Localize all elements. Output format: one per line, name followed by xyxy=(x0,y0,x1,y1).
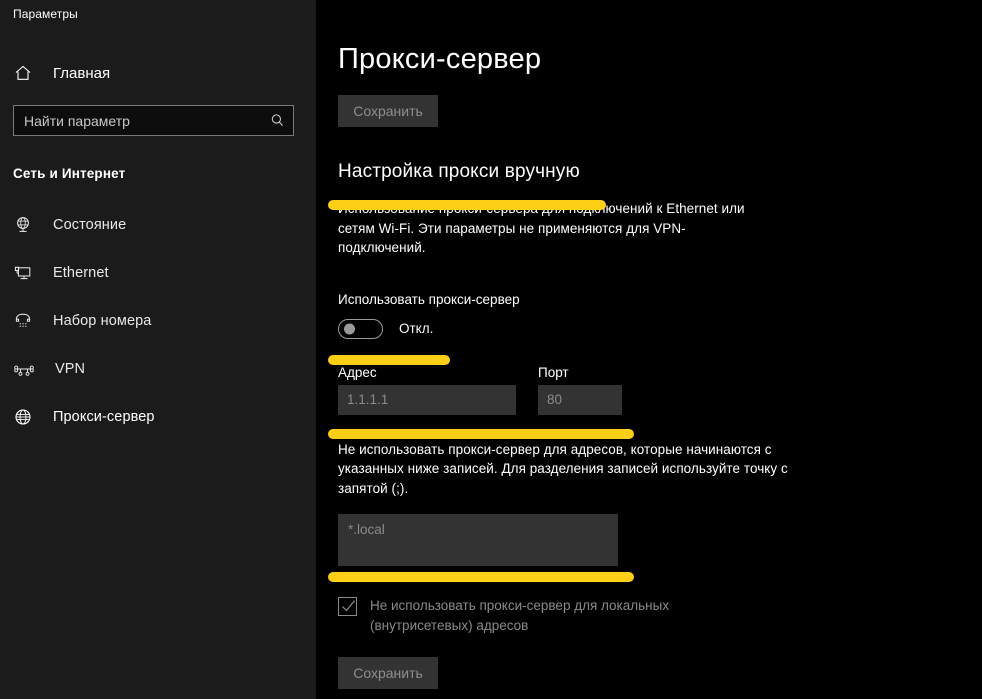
address-port-row: Адрес 1.1.1.1 Порт 80 xyxy=(338,365,982,415)
manual-proxy-heading: Настройка прокси вручную xyxy=(338,161,580,183)
ethernet-icon xyxy=(13,263,33,283)
use-proxy-toggle-row[interactable]: Откл. xyxy=(338,318,982,339)
exceptions-description: Не использовать прокси-сервер для адресо… xyxy=(338,441,788,496)
highlight-toggle xyxy=(328,355,450,365)
sidebar-item-status[interactable]: Состояние xyxy=(0,201,316,249)
exceptions-textarea[interactable]: *.local xyxy=(338,514,618,567)
sidebar-item-vpn[interactable]: VPN xyxy=(0,345,316,393)
sidebar-item-dial-up-label: Набор номера xyxy=(53,313,152,329)
home-icon xyxy=(13,63,33,83)
sidebar-item-ethernet-label: Ethernet xyxy=(53,265,109,281)
bypass-local-checkbox[interactable] xyxy=(338,597,357,617)
sidebar-item-dial-up[interactable]: Набор номера xyxy=(0,297,316,345)
search-placeholder: Найти параметр xyxy=(24,112,130,129)
bypass-local-row[interactable]: Не использовать прокси-сервер для локаль… xyxy=(338,596,738,635)
search-input[interactable]: Найти параметр xyxy=(13,105,294,136)
search-icon[interactable] xyxy=(270,113,285,128)
sidebar-item-proxy[interactable]: Прокси-сервер xyxy=(0,393,316,441)
address-group: Адрес 1.1.1.1 xyxy=(338,365,516,415)
page-title: Прокси-сервер xyxy=(338,43,542,75)
address-label: Адрес xyxy=(338,364,377,380)
checkmark-icon xyxy=(342,600,356,612)
toggle-state-label: Откл. xyxy=(399,321,434,337)
settings-window: Параметры Главная Найти параметр Сеть и … xyxy=(0,0,982,699)
port-group: Порт 80 xyxy=(538,365,622,415)
sidebar-item-home-label: Главная xyxy=(53,64,111,82)
sidebar-item-vpn-label: VPN xyxy=(55,361,86,377)
use-proxy-toggle[interactable] xyxy=(338,318,383,339)
sidebar-section-title: Сеть и Интернет xyxy=(13,166,126,181)
address-input[interactable]: 1.1.1.1 xyxy=(338,384,516,415)
toggle-knob xyxy=(344,323,355,335)
bypass-local-label: Не использовать прокси-сервер для локаль… xyxy=(370,598,670,633)
port-input[interactable]: 80 xyxy=(538,384,622,415)
sidebar-item-status-label: Состояние xyxy=(53,217,127,233)
sidebar-item-proxy-label: Прокси-сервер xyxy=(53,409,155,425)
highlight-address-port xyxy=(328,429,634,439)
sidebar-item-ethernet[interactable]: Ethernet xyxy=(0,249,316,297)
save-button-top[interactable]: Сохранить xyxy=(338,95,438,128)
sidebar-item-home[interactable]: Главная xyxy=(0,54,316,92)
globe-icon xyxy=(13,407,33,427)
window-title: Параметры xyxy=(13,7,78,21)
network-status-icon xyxy=(13,215,33,235)
highlight-manual-heading xyxy=(328,200,606,210)
use-proxy-label: Использовать прокси-сервер xyxy=(338,291,520,307)
main-content: Прокси-сервер Сохранить Настройка прокси… xyxy=(316,0,982,699)
sidebar-nav: Состояние Ethernet Набор номера VPN Прок… xyxy=(0,201,316,441)
vpn-icon xyxy=(13,359,35,379)
port-label: Порт xyxy=(538,364,569,380)
sidebar: Параметры Главная Найти параметр Сеть и … xyxy=(0,0,316,699)
save-button-bottom[interactable]: Сохранить xyxy=(338,657,438,690)
highlight-exceptions xyxy=(328,572,634,582)
dial-up-icon xyxy=(13,311,33,331)
